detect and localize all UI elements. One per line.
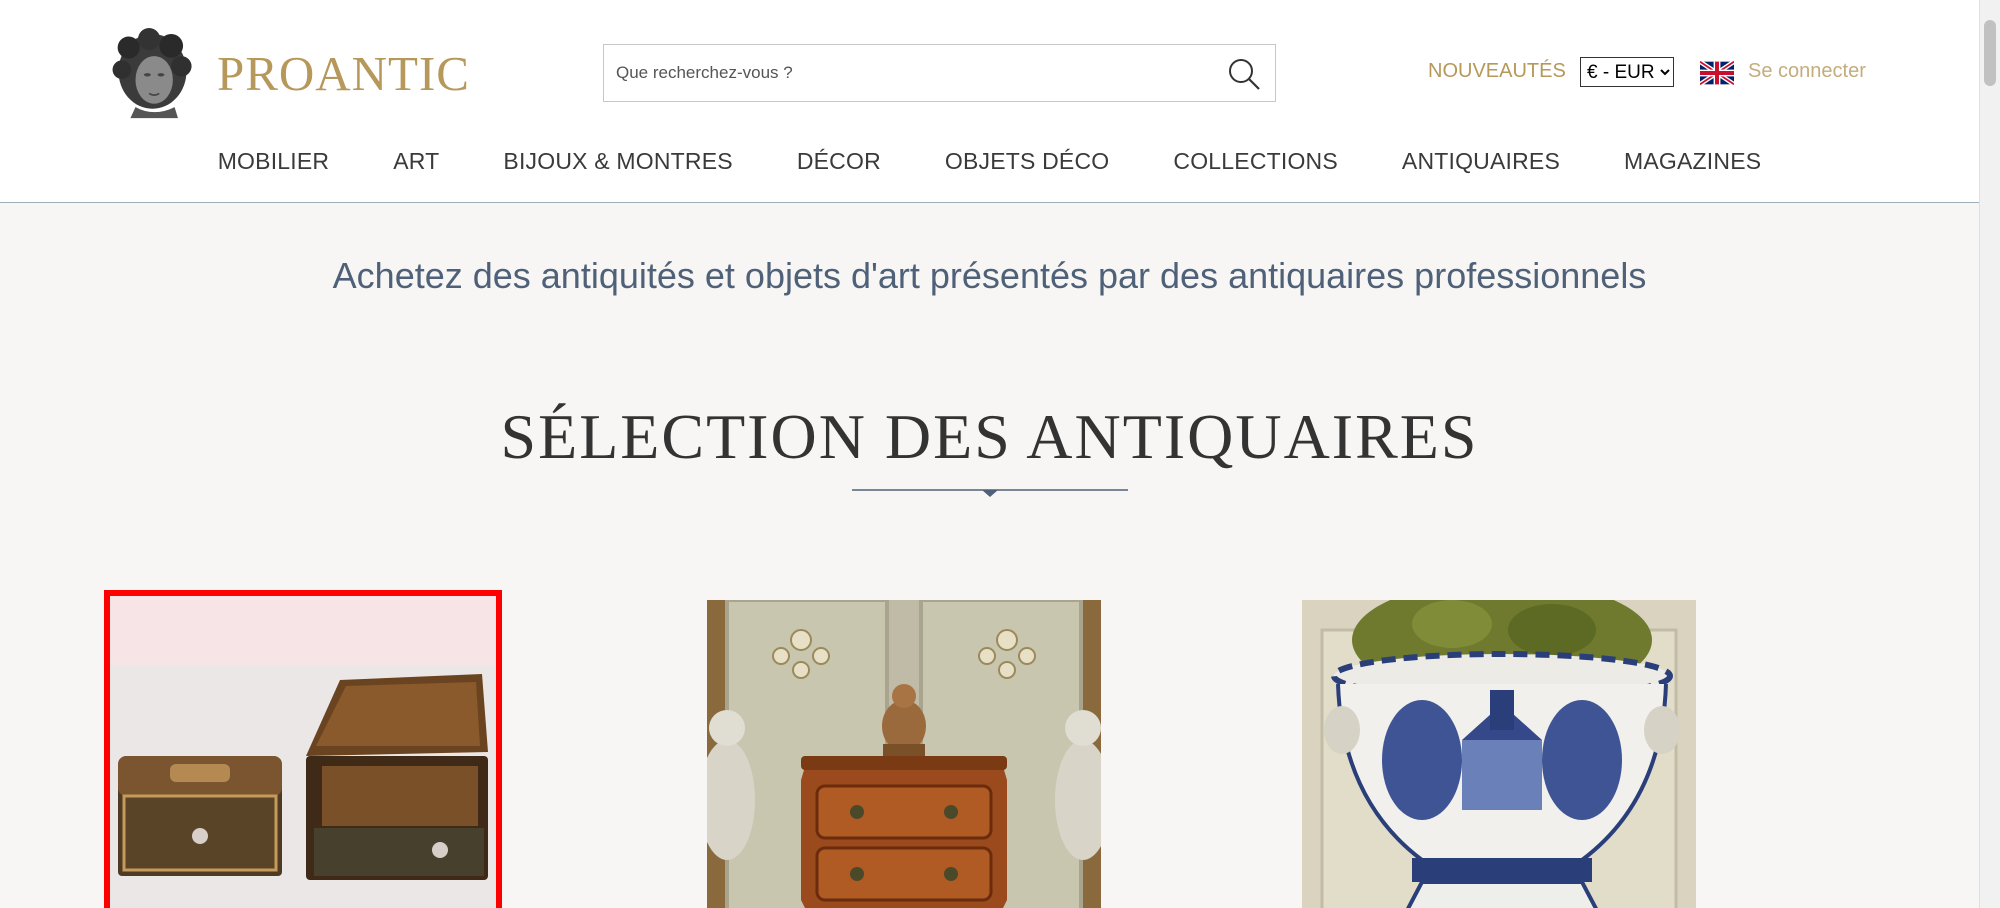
section-title: SÉLECTION DES ANTIQUAIRES bbox=[500, 401, 1479, 472]
page: PROANTIC NOUVEAUTÉS € - EUR Se connecter bbox=[0, 0, 1979, 908]
page-scrollbar[interactable] bbox=[1979, 0, 2000, 908]
bust-logo-icon bbox=[112, 27, 192, 118]
product-image-boxes bbox=[110, 596, 496, 908]
product-card-commode[interactable] bbox=[707, 600, 1101, 908]
logo-text: PROANTIC bbox=[216, 45, 470, 101]
nav-item-objets-deco[interactable]: OBJETS DÉCO bbox=[945, 148, 1110, 178]
login-link[interactable]: Se connecter bbox=[1748, 60, 1866, 83]
search-button[interactable] bbox=[1227, 57, 1261, 91]
nav-item-collections[interactable]: COLLECTIONS bbox=[1173, 148, 1338, 178]
product-image-commode bbox=[707, 600, 1101, 908]
title-divider bbox=[852, 489, 1128, 497]
product-card-boxes[interactable] bbox=[104, 590, 502, 908]
main-nav: MOBILIER ART BIJOUX & MONTRES DÉCOR OBJE… bbox=[0, 148, 1979, 178]
nav-item-antiquaires[interactable]: ANTIQUAIRES bbox=[1402, 148, 1560, 178]
site-logo[interactable]: PROANTIC bbox=[110, 18, 470, 128]
search-bar bbox=[603, 44, 1276, 102]
tagline: Achetez des antiquités et objets d'art p… bbox=[332, 255, 1647, 296]
nav-item-art[interactable]: ART bbox=[393, 148, 439, 178]
new-arrivals-link[interactable]: NOUVEAUTÉS bbox=[1428, 60, 1566, 83]
nav-item-magazines[interactable]: MAGAZINES bbox=[1624, 148, 1761, 178]
scrollbar-thumb[interactable] bbox=[1984, 20, 1996, 86]
site-header: PROANTIC NOUVEAUTÉS € - EUR Se connecter bbox=[0, 0, 1979, 203]
currency-select[interactable]: € - EUR bbox=[1580, 57, 1674, 87]
nav-item-decor[interactable]: DÉCOR bbox=[797, 148, 881, 178]
search-icon bbox=[1229, 59, 1260, 90]
product-image-planter bbox=[1302, 600, 1696, 908]
nav-item-mobilier[interactable]: MOBILIER bbox=[218, 148, 330, 178]
uk-flag-icon[interactable] bbox=[1700, 61, 1734, 85]
product-card-planter[interactable] bbox=[1302, 600, 1696, 908]
nav-item-bijoux-montres[interactable]: BIJOUX & MONTRES bbox=[503, 148, 732, 178]
search-input[interactable] bbox=[604, 45, 1206, 101]
